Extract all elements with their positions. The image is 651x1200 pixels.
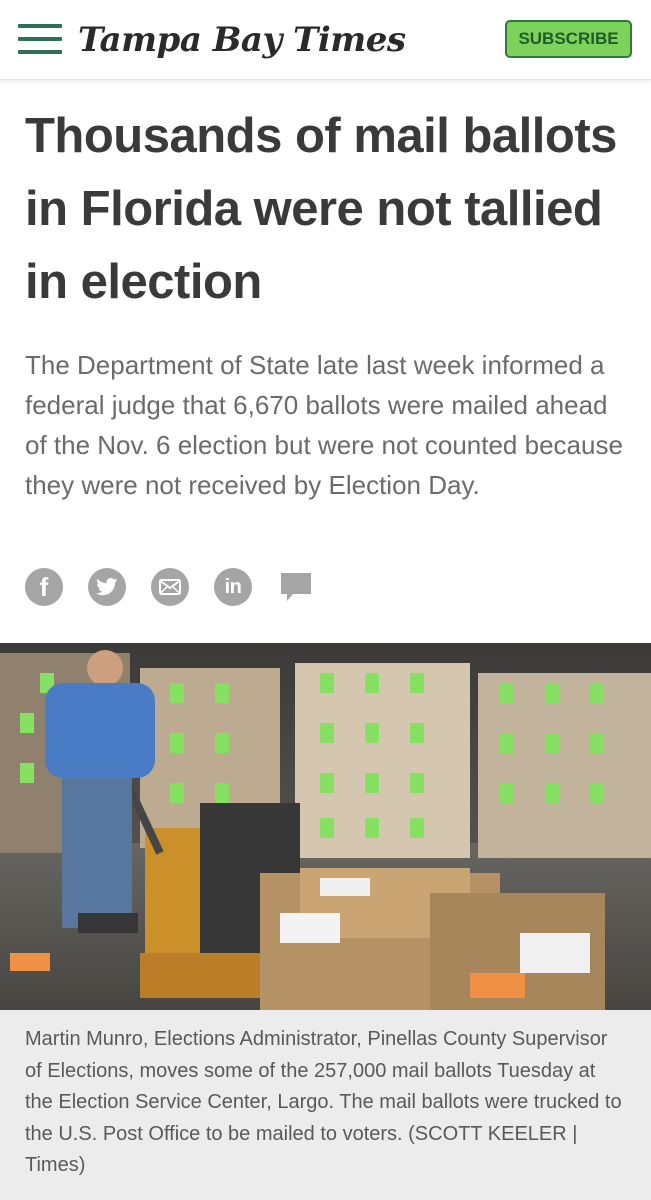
email-icon[interactable] (151, 568, 189, 606)
site-header: Tampa Bay Times SUBSCRIBE (0, 0, 651, 80)
envelope-glyph (159, 579, 181, 595)
menu-bar (18, 50, 62, 54)
warehouse-photo (0, 643, 651, 1010)
speech-bubble-glyph (281, 573, 311, 601)
menu-bar (18, 24, 62, 28)
share-bar: f in (25, 568, 315, 608)
twitter-icon[interactable] (88, 568, 126, 606)
facebook-glyph: f (39, 571, 49, 602)
photo-caption: Martin Munro, Elections Administrator, P… (25, 1028, 622, 1176)
twitter-glyph (96, 578, 118, 596)
menu-icon[interactable] (18, 24, 62, 54)
article-headline: Thousands of mail ballots in Florida wer… (25, 109, 617, 309)
linkedin-icon[interactable]: in (214, 568, 252, 606)
article-photo[interactable] (0, 643, 651, 1010)
facebook-icon[interactable]: f (25, 568, 63, 606)
article-dek: The Department of State late last week i… (25, 350, 623, 500)
menu-bar (18, 37, 62, 41)
comment-icon[interactable] (277, 568, 315, 606)
linkedin-glyph: in (224, 575, 242, 598)
photo-caption-box: Martin Munro, Elections Administrator, P… (0, 1010, 651, 1200)
site-logo[interactable]: Tampa Bay Times (78, 12, 406, 68)
subscribe-button[interactable]: SUBSCRIBE (505, 20, 632, 58)
